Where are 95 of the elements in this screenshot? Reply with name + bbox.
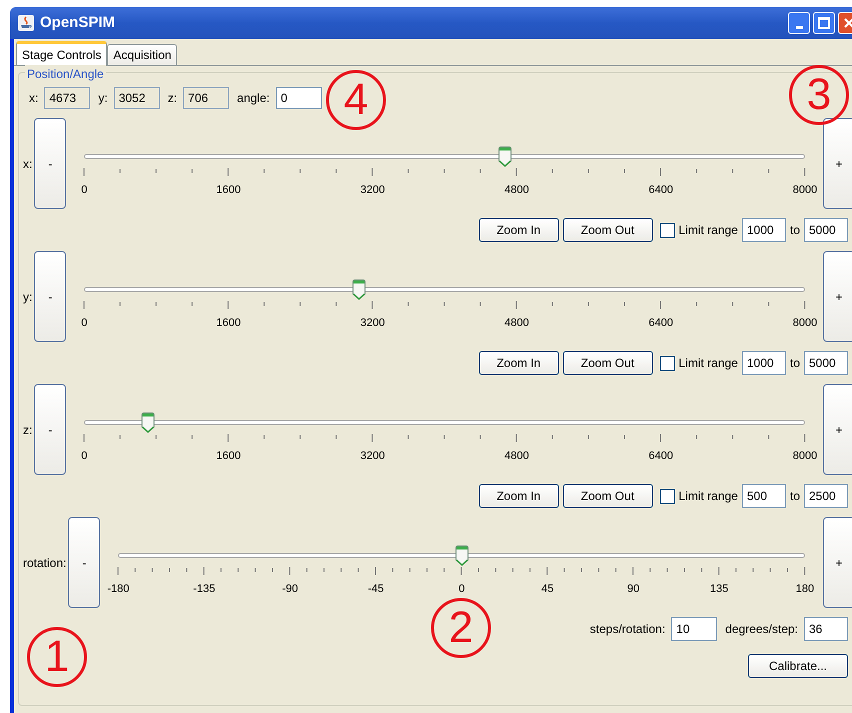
degrees-per-step-label: degrees/step: <box>725 621 798 638</box>
limit-range-label: Limit range <box>678 488 738 505</box>
callout-number: 2 <box>431 598 491 658</box>
degrees-per-step-field[interactable]: 36 <box>804 617 848 641</box>
to-label: to <box>790 222 800 239</box>
tick-label: 3200 <box>359 316 386 332</box>
to-label: to <box>790 355 800 372</box>
tick-label: -45 <box>366 582 385 598</box>
coordinate-label: x: <box>29 90 38 107</box>
tick-label: 180 <box>794 582 816 598</box>
callout-number: 3 <box>789 65 849 125</box>
tick-label: 0 <box>80 183 88 198</box>
tick-label: 8000 <box>792 449 818 464</box>
zoom-in-button[interactable]: Zoom In <box>478 484 559 508</box>
callout-number: 1 <box>27 627 87 687</box>
steps-per-rotation-field[interactable]: 10 <box>671 617 718 641</box>
tick-label: 1600 <box>215 183 242 198</box>
decrease-button[interactable]: - <box>34 384 66 475</box>
close-icon <box>843 17 852 29</box>
steps-per-rotation-label: steps/rotation: <box>590 621 666 638</box>
coordinate-field[interactable]: 706 <box>183 87 230 109</box>
axis-label: z: <box>23 422 32 438</box>
maximize-icon <box>818 17 830 29</box>
axis-label: x: <box>23 156 32 172</box>
tick-label: 6400 <box>648 316 674 332</box>
range-to-field[interactable]: 2500 <box>804 484 848 508</box>
slider-track[interactable] <box>84 146 805 168</box>
tick-label: 90 <box>626 582 640 598</box>
tick-label: 3200 <box>359 449 386 464</box>
tick-label: -90 <box>281 582 299 598</box>
increase-button[interactable]: + <box>823 517 852 608</box>
coordinate-label: angle: <box>237 90 270 107</box>
tab[interactable]: Acquisition <box>107 44 178 65</box>
to-label: to <box>790 488 800 505</box>
limit-range-checkbox[interactable] <box>660 222 675 238</box>
limit-range-checkbox[interactable] <box>660 356 675 370</box>
slider-track[interactable] <box>118 545 805 566</box>
zoom-out-button[interactable]: Zoom Out <box>562 351 653 375</box>
coordinate-field[interactable]: 3052 <box>114 87 160 109</box>
coffee-cup-icon <box>18 15 34 31</box>
tick-label: 6400 <box>648 449 674 464</box>
zoom-in-button[interactable]: Zoom In <box>478 351 559 375</box>
range-to-field[interactable]: 5000 <box>804 351 848 375</box>
increase-button[interactable]: + <box>823 384 852 475</box>
tick-label: 45 <box>540 582 555 598</box>
slider-track[interactable] <box>84 412 805 434</box>
tick-label: 0 <box>80 316 88 332</box>
tick-label: 4800 <box>503 183 530 198</box>
tick-label: -180 <box>106 582 130 598</box>
slider-track[interactable] <box>84 279 805 300</box>
slider-thumb[interactable] <box>498 146 512 168</box>
calibrate-button[interactable]: Calibrate... <box>748 654 848 678</box>
tick-label: 4800 <box>503 316 530 332</box>
tick-label: -135 <box>192 582 216 598</box>
tick-label: 3200 <box>359 183 386 198</box>
zoom-in-button[interactable]: Zoom In <box>478 218 559 242</box>
zoom-out-button[interactable]: Zoom Out <box>562 484 653 508</box>
minimize-icon <box>796 26 802 29</box>
decrease-button[interactable]: - <box>68 517 100 608</box>
callout-number: 4 <box>326 70 386 130</box>
tick-label: 0 <box>80 449 88 464</box>
decrease-button[interactable]: - <box>34 251 66 342</box>
range-from-field[interactable]: 1000 <box>742 351 786 375</box>
tick-label: 1600 <box>215 449 242 464</box>
tick-label: 135 <box>708 582 730 598</box>
group-title: Position/Angle <box>25 65 106 83</box>
tab[interactable]: Stage Controls <box>16 41 108 65</box>
limit-range-checkbox[interactable] <box>660 488 675 504</box>
tick-label: 4800 <box>503 449 530 464</box>
window-title: OpenSPIM <box>40 12 116 33</box>
increase-button[interactable]: + <box>823 251 852 342</box>
slider-thumb[interactable] <box>454 545 469 566</box>
coordinate-label: y: <box>98 90 108 107</box>
limit-range-label: Limit range <box>678 355 738 372</box>
zoom-out-button[interactable]: Zoom Out <box>562 218 653 242</box>
tick-label: 0 <box>458 582 466 598</box>
increase-button[interactable]: + <box>823 118 852 209</box>
limit-range-label: Limit range <box>678 222 738 239</box>
decrease-button[interactable]: - <box>34 118 66 209</box>
range-from-field[interactable]: 1000 <box>742 218 786 242</box>
tick-label: 1600 <box>215 316 242 332</box>
coordinate-field[interactable]: 0 <box>276 87 322 109</box>
tick-label: 8000 <box>792 183 818 198</box>
tick-label: 6400 <box>648 183 674 198</box>
slider-thumb[interactable] <box>352 279 366 300</box>
range-to-field[interactable]: 5000 <box>804 218 848 242</box>
axis-label: y: <box>23 288 32 306</box>
axis-label: rotation: <box>23 554 66 572</box>
minimize-button[interactable] <box>788 12 810 34</box>
maximize-button[interactable] <box>813 12 835 34</box>
coordinate-label: z: <box>168 90 178 107</box>
coordinate-field[interactable]: 4673 <box>44 87 90 109</box>
tick-label: 8000 <box>792 316 818 332</box>
range-from-field[interactable]: 500 <box>742 484 786 508</box>
slider-thumb[interactable] <box>140 412 155 434</box>
